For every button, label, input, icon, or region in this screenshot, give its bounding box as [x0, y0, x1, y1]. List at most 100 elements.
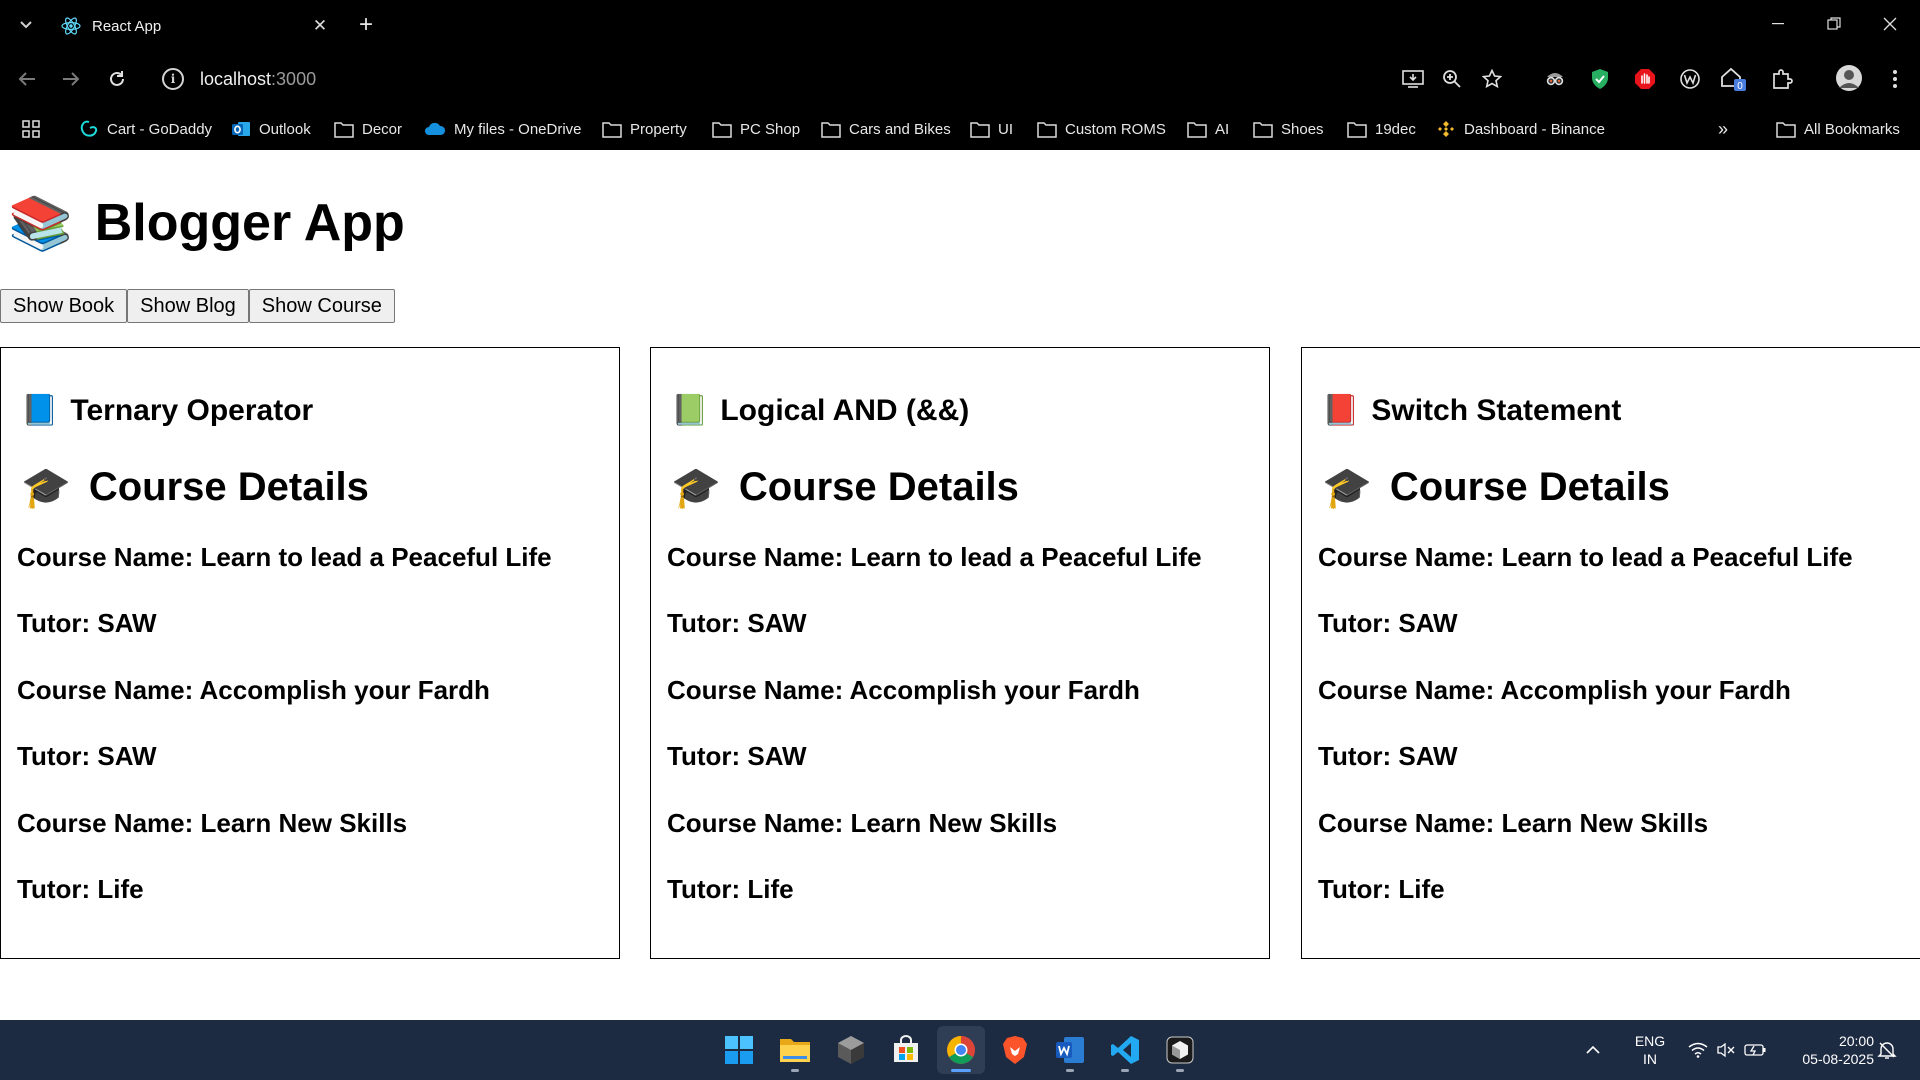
bookmark-label: Shoes — [1281, 120, 1324, 138]
notifications-bell-icon[interactable] — [1872, 1026, 1902, 1074]
battery-icon[interactable] — [1740, 1026, 1770, 1074]
binance-icon — [1438, 121, 1454, 137]
bookmark-label: Cars and Bikes — [849, 120, 951, 138]
vscode-icon[interactable] — [1101, 1026, 1149, 1074]
course-name-line: Course Name: Accomplish your Fardh — [1318, 675, 1791, 705]
bookmark-onedrive[interactable]: My files - OneDrive — [424, 115, 582, 143]
unity-hub-icon[interactable] — [827, 1026, 875, 1074]
bookmark-19dec[interactable]: 19dec — [1347, 115, 1416, 143]
folder-icon — [1776, 121, 1796, 138]
browser-tab-bar: React App ✕ + — [0, 0, 1920, 50]
profile-avatar[interactable] — [1832, 61, 1866, 95]
show-course-button[interactable]: Show Course — [248, 289, 395, 323]
apps-grid-icon[interactable] — [22, 115, 48, 143]
bookmark-custom-roms[interactable]: Custom ROMS — [1037, 115, 1166, 143]
reload-icon[interactable] — [102, 64, 132, 94]
extensions-puzzle-icon[interactable] — [1767, 64, 1797, 94]
file-explorer-icon[interactable] — [771, 1026, 819, 1074]
home-extension-icon[interactable]: 0 — [1720, 64, 1750, 94]
bookmark-label: Custom ROMS — [1065, 120, 1166, 138]
windows-taskbar: ENG IN 20:00 05-08-2025 — [0, 1020, 1920, 1080]
bookmark-godaddy[interactable]: Cart - GoDaddy — [79, 115, 212, 143]
forward-arrow-icon[interactable] — [56, 64, 86, 94]
wifi-icon[interactable] — [1684, 1026, 1712, 1074]
course-card-ternary: 📘 Ternary Operator 🎓 Course Details Cour… — [0, 347, 620, 959]
card-heading: 📕 Switch Statement — [1322, 393, 1621, 428]
bookmark-ai[interactable]: AI — [1187, 115, 1229, 143]
course-details-heading: 🎓 Course Details — [671, 464, 1019, 511]
system-clock[interactable]: 20:00 05-08-2025 — [1778, 1032, 1874, 1068]
bookmark-label: Decor — [362, 120, 403, 138]
minimize-icon[interactable] — [1750, 0, 1806, 48]
more-bookmarks-chevron-icon[interactable]: » — [1718, 115, 1728, 143]
bookmark-property[interactable]: Property — [602, 115, 687, 143]
input-language-indicator[interactable]: ENG IN — [1630, 1032, 1670, 1068]
running-indicator — [1121, 1069, 1129, 1072]
clock-date: 05-08-2025 — [1802, 1051, 1874, 1067]
graduation-cap-icon: 🎓 — [671, 466, 721, 510]
bookmark-outlook[interactable]: Outlook — [231, 115, 311, 143]
w-circle-extension-icon[interactable] — [1675, 64, 1705, 94]
extension-spy-icon[interactable] — [1540, 64, 1570, 94]
bookmark-pc-shop[interactable]: PC Shop — [712, 115, 800, 143]
volume-muted-icon[interactable] — [1712, 1026, 1740, 1074]
microsoft-store-icon[interactable] — [882, 1026, 930, 1074]
card-heading-text: Ternary Operator — [70, 393, 314, 427]
bookmark-star-icon[interactable] — [1477, 64, 1507, 94]
shield-extension-icon[interactable] — [1585, 64, 1615, 94]
bookmark-label: Outlook — [259, 120, 311, 138]
tutor-line: Tutor: SAW — [17, 608, 157, 638]
restore-icon[interactable] — [1806, 0, 1862, 48]
all-bookmarks-folder[interactable]: All Bookmarks — [1776, 115, 1900, 143]
card-heading: 📗 Logical AND (&&) — [671, 393, 969, 428]
card-heading-text: Logical AND (&&) — [720, 393, 970, 427]
tab-close-icon[interactable]: ✕ — [306, 12, 334, 40]
card-heading-text: Switch Statement — [1371, 393, 1622, 427]
tab-search-chevron-icon[interactable] — [14, 13, 38, 37]
books-icon: 📚 — [8, 194, 73, 253]
bookmark-binance[interactable]: Dashboard - Binance — [1436, 115, 1605, 143]
zoom-icon[interactable] — [1437, 64, 1467, 94]
windows-start-icon[interactable] — [715, 1026, 763, 1074]
install-app-icon[interactable] — [1398, 64, 1428, 94]
course-name-line: Course Name: Accomplish your Fardh — [667, 675, 1140, 705]
show-blog-button[interactable]: Show Blog — [127, 289, 249, 323]
green-book-icon: 📗 — [671, 394, 709, 427]
close-window-icon[interactable] — [1862, 0, 1918, 48]
course-details-text: Course Details — [88, 465, 369, 509]
bookmark-label: PC Shop — [740, 120, 801, 138]
site-info-icon[interactable]: i — [162, 68, 184, 90]
course-name-line: Course Name: Learn New Skills — [17, 808, 408, 838]
show-book-button[interactable]: Show Book — [0, 289, 128, 323]
bookmark-label: My files - OneDrive — [454, 120, 582, 138]
microsoft-word-icon[interactable] — [1046, 1026, 1094, 1074]
react-logo-icon — [60, 15, 82, 37]
brave-icon[interactable] — [991, 1026, 1039, 1074]
address-bar[interactable]: i localhost :3000 — [150, 57, 1370, 101]
running-indicator — [1176, 1069, 1184, 1072]
chrome-icon[interactable] — [937, 1026, 985, 1074]
show-hidden-icons-chevron-icon[interactable] — [1578, 1026, 1608, 1074]
back-arrow-icon[interactable] — [12, 64, 42, 94]
bookmark-cars-and-bikes[interactable]: Cars and Bikes — [821, 115, 951, 143]
page-viewport: 📚 Blogger App Show Book Show Blog Show C… — [0, 150, 1920, 1020]
course-name-line: Course Name: Learn New Skills — [1318, 808, 1709, 838]
folder-icon — [1253, 121, 1273, 138]
course-details-heading: 🎓 Course Details — [21, 464, 369, 511]
godaddy-icon — [80, 120, 98, 137]
menu-kebab-icon[interactable] — [1880, 64, 1910, 94]
tab-react-app[interactable]: React App ✕ — [52, 7, 340, 45]
new-tab-plus-icon[interactable]: + — [352, 11, 380, 39]
page-title: 📚 Blogger App — [8, 188, 405, 258]
terminal-app-icon[interactable] — [1156, 1026, 1204, 1074]
bookmark-ui[interactable]: UI — [970, 115, 1013, 143]
tutor-line: Tutor: SAW — [667, 608, 807, 638]
bookmark-decor[interactable]: Decor — [334, 115, 402, 143]
tutor-line: Tutor: SAW — [1318, 741, 1458, 771]
running-indicator — [791, 1069, 799, 1072]
bookmark-shoes[interactable]: Shoes — [1253, 115, 1324, 143]
adblock-hand-icon[interactable] — [1630, 64, 1660, 94]
bookmark-label: Dashboard - Binance — [1464, 120, 1605, 138]
folder-icon — [334, 121, 354, 138]
browser-toolbar: i localhost :3000 0 — [0, 50, 1920, 108]
